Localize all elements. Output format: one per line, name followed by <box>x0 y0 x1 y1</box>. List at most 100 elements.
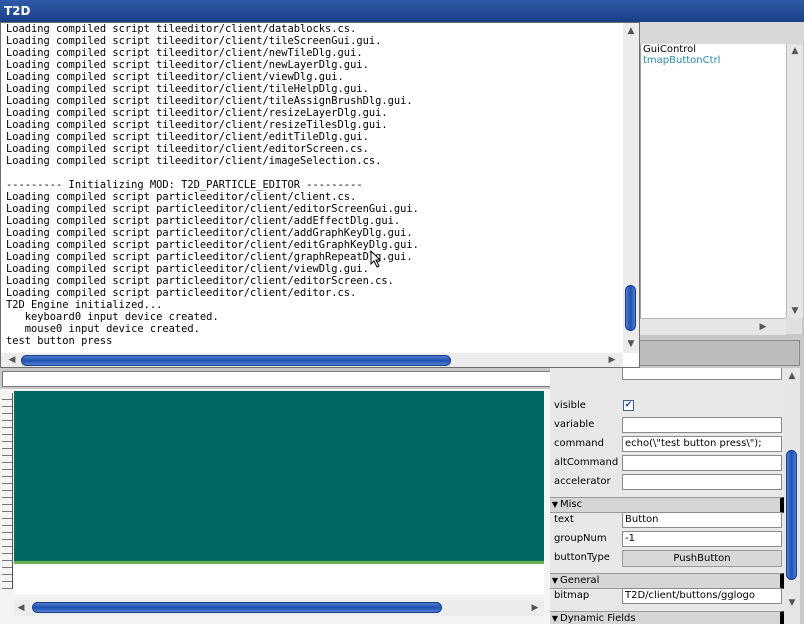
inspector-label: command <box>554 438 604 449</box>
triangle-down-icon: ▼ <box>551 614 559 623</box>
inspector-row-altcommand: altCommand <box>550 454 784 473</box>
inspector-label: buttonType <box>554 552 610 563</box>
console-line: Loading compiled script tileeditor/clien… <box>6 35 382 47</box>
inspector-vertical-thumb[interactable] <box>786 450 797 580</box>
console-line: Loading compiled script particleeditor/c… <box>6 215 401 227</box>
arrow-right-icon[interactable]: ▶ <box>605 353 619 367</box>
section-dynamic-fields[interactable]: ▼ Dynamic Fields <box>550 611 784 624</box>
inspector-label: text <box>554 514 574 525</box>
gui-canvas[interactable] <box>14 391 544 564</box>
console-line: Loading compiled script tileeditor/clien… <box>6 107 388 119</box>
console-vertical-scrollbar[interactable]: ▲ ▼ <box>623 23 639 353</box>
console-line: Loading compiled script tileeditor/clien… <box>6 47 363 59</box>
altcommand-field[interactable] <box>622 455 782 471</box>
canvas-blank-area[interactable] <box>14 564 544 594</box>
inspector-vertical-scrollbar[interactable]: ▲ ▼ <box>784 368 800 624</box>
tree-horizontal-scrollbar[interactable]: ▶ <box>640 318 786 335</box>
inspector-row-buttontype: buttonType PushButton <box>550 549 784 568</box>
gui-canvas-area: ◀ ▶ <box>0 389 550 624</box>
arrow-right-icon[interactable]: ▶ <box>528 601 542 615</box>
section-title: General <box>560 575 600 586</box>
window-title: T2D <box>0 0 804 22</box>
visible-checkbox[interactable]: ✔ <box>623 400 634 411</box>
buttontype-dropdown[interactable]: PushButton <box>622 550 782 567</box>
check-icon: ✔ <box>624 400 633 410</box>
variable-field[interactable] <box>622 417 782 433</box>
arrow-down-icon[interactable]: ▼ <box>785 596 799 610</box>
console-line: Loading compiled script particleeditor/c… <box>6 287 357 299</box>
resize-grip-icon[interactable] <box>786 318 802 334</box>
inspector-row-bitmap: bitmap T2D/client/buttons/gglogo <box>550 587 784 606</box>
triangle-down-icon: ▼ <box>551 500 559 509</box>
vertical-ruler <box>2 393 13 589</box>
arrow-up-icon[interactable]: ▲ <box>624 24 638 38</box>
console-line: --------- Initializing MOD: T2D_PARTICLE… <box>6 179 363 191</box>
section-title: Misc <box>560 499 583 510</box>
console-horizontal-thumb[interactable] <box>21 355 451 366</box>
section-title: Dynamic Fields <box>560 613 636 624</box>
console-line: keyboard0 input device created. <box>6 311 219 323</box>
inspector-label: bitmap <box>554 590 590 601</box>
inspector-label: altCommand <box>554 457 619 468</box>
console-line: Loading compiled script tileeditor/clien… <box>6 59 369 71</box>
inspector-row-command: command echo(\"test button press\"); <box>550 435 784 454</box>
command-field[interactable]: echo(\"test button press\"); <box>622 436 782 452</box>
inspector-label: accelerator <box>554 476 611 487</box>
tree-vertical-scrollbar[interactable]: ▲ ▼ <box>786 44 803 318</box>
console-line: Loading compiled script particleeditor/c… <box>6 191 357 203</box>
arrow-down-icon[interactable]: ▼ <box>788 304 802 318</box>
console-line: Loading compiled script particleeditor/c… <box>6 239 419 251</box>
arrow-left-icon[interactable]: ◀ <box>14 601 28 615</box>
console-line: Loading compiled script tileeditor/clien… <box>6 119 388 131</box>
console-line: Loading compiled script tileeditor/clien… <box>6 143 369 155</box>
inspector-row-groupnum: groupNum -1 <box>550 530 784 549</box>
inspector-label: visible <box>554 400 586 411</box>
console-line: test button press <box>6 335 113 347</box>
console-window: Loading compiled script tileeditor/clien… <box>0 22 640 368</box>
console-vertical-thumb[interactable] <box>625 285 636 331</box>
console-line: Loading compiled script particleeditor/c… <box>6 203 419 215</box>
inspector-row-variable: variable <box>550 416 784 435</box>
console-line: Loading compiled script tileeditor/clien… <box>6 71 344 83</box>
console-line: Loading compiled script tileeditor/clien… <box>6 83 369 95</box>
arrow-left-icon[interactable]: ◀ <box>5 353 19 367</box>
console-log: Loading compiled script tileeditor/clien… <box>6 23 618 353</box>
console-line: Loading compiled script particleeditor/c… <box>6 275 394 287</box>
gui-tree[interactable]: GuiControl tmapButtonCtrl <box>640 44 787 318</box>
console-line: T2D Engine initialized... <box>6 299 163 311</box>
tree-item[interactable]: tmapButtonCtrl <box>641 55 787 66</box>
console-line: mouse0 input device created. <box>6 323 200 335</box>
console-line: Loading compiled script tileeditor/clien… <box>6 23 357 35</box>
arrow-right-icon[interactable]: ▶ <box>756 320 770 334</box>
bitmap-field[interactable]: T2D/client/buttons/gglogo <box>622 588 782 604</box>
groupnum-field[interactable]: -1 <box>622 531 782 547</box>
inspector-top-row <box>550 368 784 387</box>
panel-divider[interactable] <box>636 340 800 366</box>
console-horizontal-scrollbar[interactable]: ◀ ▶ <box>1 353 623 367</box>
arrow-up-icon[interactable]: ▲ <box>785 369 799 383</box>
console-command-input[interactable] <box>2 371 612 387</box>
console-line: Loading compiled script tileeditor/clien… <box>6 95 413 107</box>
inspector-label: variable <box>554 419 595 430</box>
canvas-horizontal-thumb[interactable] <box>32 602 442 613</box>
text-field[interactable]: Button <box>622 512 782 528</box>
inspector-field-partial[interactable] <box>622 368 782 380</box>
triangle-down-icon: ▼ <box>551 576 559 585</box>
arrow-down-icon[interactable]: ▼ <box>624 337 638 351</box>
console-line: Loading compiled script tileeditor/clien… <box>6 155 382 167</box>
inspector-row-visible: visible ✔ <box>550 397 784 416</box>
inspector-row-text: text Button <box>550 511 784 530</box>
arrow-up-icon[interactable]: ▲ <box>788 44 802 58</box>
console-line: Loading compiled script particleeditor/c… <box>6 251 413 263</box>
accelerator-field[interactable] <box>622 474 782 490</box>
console-line: Loading compiled script particleeditor/c… <box>6 263 369 275</box>
tree-header <box>640 22 804 45</box>
console-line: Loading compiled script tileeditor/clien… <box>6 131 369 143</box>
canvas-horizontal-scrollbar[interactable]: ◀ ▶ <box>14 600 544 616</box>
inspector-label: groupNum <box>554 533 607 544</box>
mouse-cursor-icon <box>370 250 382 268</box>
tree-item[interactable]: GuiControl <box>641 44 787 55</box>
inspector-panel: visible ✔ variable command echo(\"test b… <box>550 368 784 624</box>
inspector-row-accelerator: accelerator <box>550 473 784 492</box>
